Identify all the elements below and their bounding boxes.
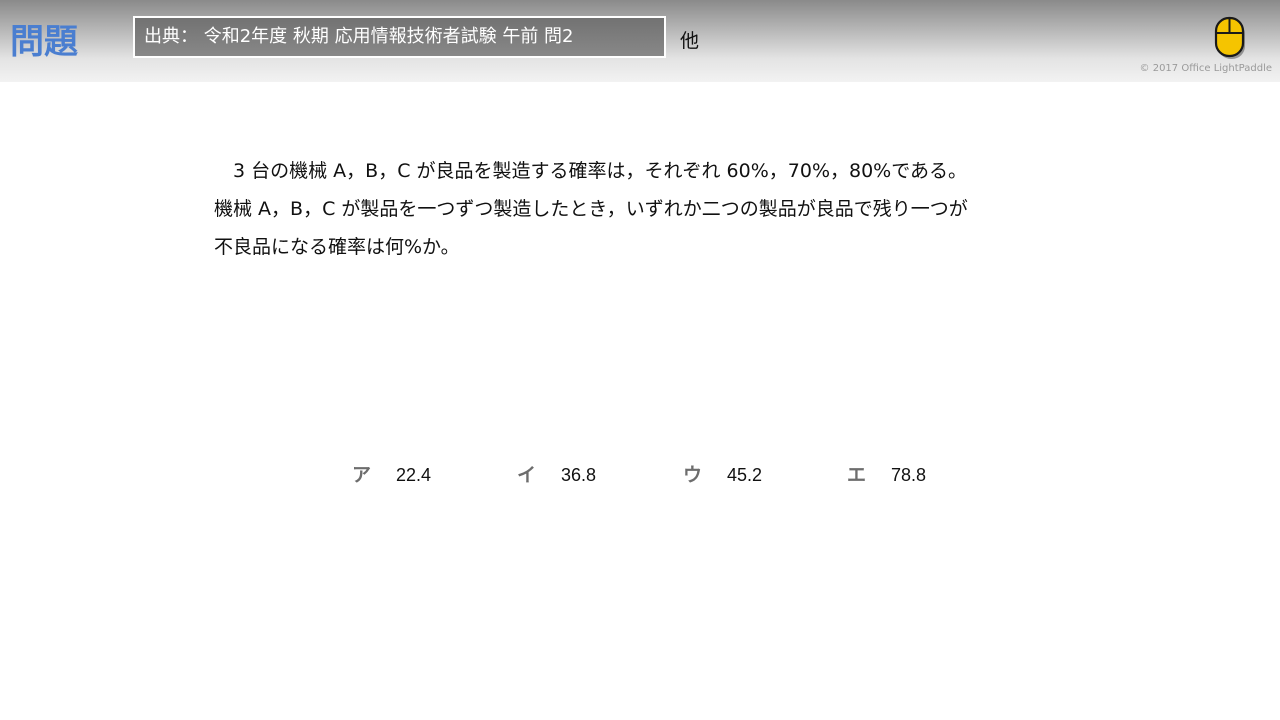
source-extra-label: 他 [680,30,700,52]
choice-a[interactable]: ア 22.4 [352,460,431,490]
choice-mark: イ [517,464,537,486]
page-title: 問題 [10,22,78,62]
choice-i[interactable]: イ 36.8 [517,460,596,490]
choice-value: 36.8 [561,465,597,485]
source-label: 出典： 令和2年度 秋期 応用情報技術者試験 午前 問2 [133,16,666,58]
choice-mark: エ [847,464,867,486]
answer-choices: ア 22.4 イ 36.8 ウ 45.2 エ 78.8 [352,460,972,490]
choice-value: 22.4 [396,465,432,485]
question-text: 3 台の機械 A，B，C が良品を製造する確率は，それぞれ 60%，70%，80… [214,152,1074,266]
question-line: 3 台の機械 A，B，C が良品を製造する確率は，それぞれ 60%，70%，80… [214,160,968,182]
choice-value: 45.2 [727,465,763,485]
header-bar: 問題 出典： 令和2年度 秋期 応用情報技術者試験 午前 問2 他 © 2017… [0,0,1280,82]
choice-u[interactable]: ウ 45.2 [683,460,762,490]
question-line: 機械 A，B，C が製品を一つずつ製造したとき，いずれか二つの製品が良品で残り一… [214,198,968,220]
question-line: 不良品になる確率は何%か。 [214,236,460,258]
copyright-text: © 2017 Office LightPaddle [1139,63,1272,74]
mouse-icon[interactable] [1214,16,1246,60]
choice-mark: ウ [683,464,703,486]
choice-e[interactable]: エ 78.8 [847,460,926,490]
choice-value: 78.8 [891,465,927,485]
choice-mark: ア [352,464,372,486]
